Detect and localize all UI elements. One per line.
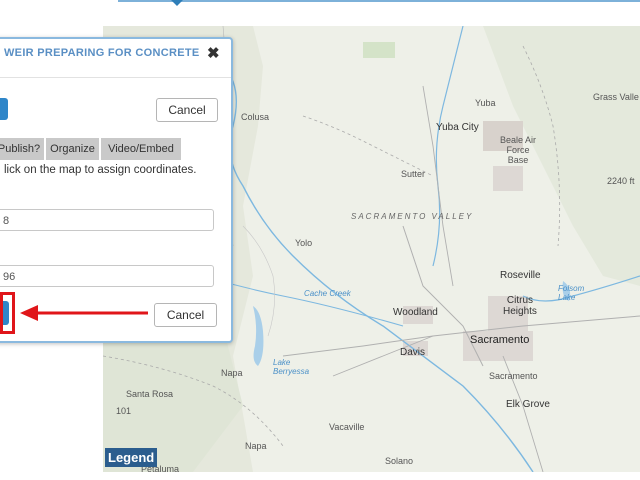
- map-label-yuba: Yuba: [475, 98, 496, 108]
- legend-button[interactable]: Legend: [105, 448, 158, 467]
- coordinates-hint: lick on the map to assign coordinates.: [4, 164, 197, 176]
- annotation-arrow-icon: [20, 305, 148, 321]
- map-label-folsom-lake: Folsom Lake: [558, 284, 585, 302]
- edit-item-dialog: WEIR PREPARING FOR CONCRETE ✖ Cancel Pub…: [0, 37, 233, 343]
- top-nav-line: [118, 0, 640, 2]
- highlight-box: [0, 292, 15, 334]
- map-label-route-101: 101: [116, 406, 132, 416]
- map-label-sutter: Sutter: [401, 169, 426, 179]
- map-label-cache-creek: Cache Creek: [304, 289, 351, 298]
- dialog-title: WEIR PREPARING FOR CONCRETE: [4, 47, 200, 59]
- latitude-field[interactable]: 8: [0, 209, 214, 231]
- map-label-napa-county: Napa: [221, 368, 243, 378]
- tab-video-embed[interactable]: Video/Embed: [101, 138, 181, 160]
- longitude-field[interactable]: 96: [0, 265, 214, 287]
- map-label-vacaville: Vacaville: [329, 422, 365, 432]
- nav-indicator-arrow: [171, 0, 183, 6]
- map-label-napa: Napa: [245, 441, 267, 451]
- map-label-yuba-city: Yuba City: [436, 122, 479, 133]
- cancel-button-bottom[interactable]: Cancel: [154, 303, 217, 327]
- map-label-sacramento-county: Sacramento: [489, 371, 538, 381]
- map-label-beale-afb: Beale Air Force Base: [500, 135, 537, 165]
- tab-publish[interactable]: Publish?: [0, 138, 44, 160]
- map-label-sacramento-valley: SACRAMENTO VALLEY: [351, 212, 474, 221]
- save-button-top[interactable]: [0, 98, 8, 120]
- map-label-grass-valley: Grass Valle: [593, 92, 639, 102]
- map-label-davis: Davis: [400, 347, 426, 358]
- map-label-colusa: Colusa: [241, 112, 270, 122]
- map-label-sacramento: Sacramento: [470, 334, 530, 346]
- map-label-roseville: Roseville: [500, 270, 541, 281]
- map-label-citrus-heights: Citrus Heights: [503, 295, 537, 317]
- cancel-button-top[interactable]: Cancel: [156, 98, 218, 122]
- close-icon[interactable]: ✖: [207, 44, 220, 62]
- dialog-divider: [0, 77, 231, 78]
- map-label-santa-rosa: Santa Rosa: [126, 389, 174, 399]
- map-label-elevation: 2240 ft: [607, 176, 635, 186]
- map-label-elk-grove: Elk Grove: [506, 399, 550, 410]
- map-label-solano: Solano: [385, 456, 414, 466]
- map-label-lake-berryessa: Lake Berryessa: [273, 358, 310, 376]
- map-label-yolo: Yolo: [295, 238, 313, 248]
- tab-organize[interactable]: Organize: [46, 138, 99, 160]
- map-label-woodland: Woodland: [393, 307, 438, 318]
